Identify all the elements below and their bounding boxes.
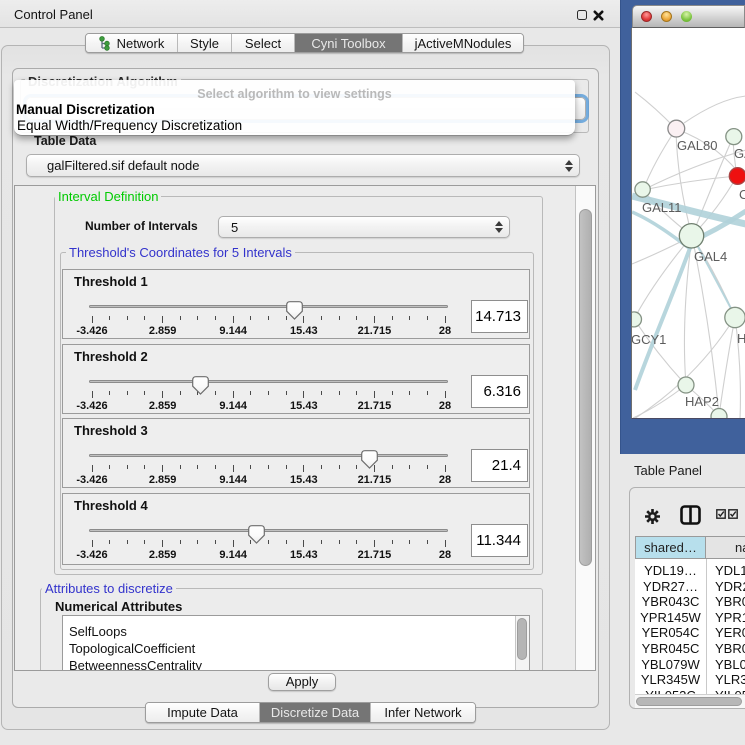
svg-text:GAL80: GAL80 bbox=[677, 138, 717, 153]
svg-text:HAP2: HAP2 bbox=[685, 394, 719, 409]
svg-text:GCY1: GCY1 bbox=[632, 332, 666, 347]
svg-text:GAL4: GAL4 bbox=[734, 146, 745, 161]
svg-text:HIS: HIS bbox=[737, 331, 745, 346]
svg-text:GAL4: GAL4 bbox=[694, 249, 727, 264]
svg-text:CRP1: CRP1 bbox=[739, 187, 745, 202]
svg-text:GAL11: GAL11 bbox=[642, 200, 682, 215]
